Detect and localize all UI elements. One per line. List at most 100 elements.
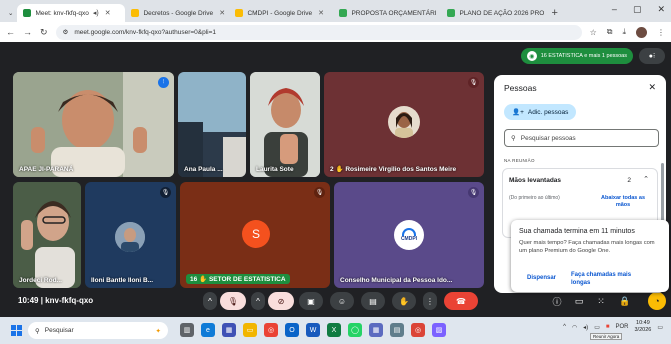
site-info-icon[interactable]: ⚙: [63, 28, 69, 36]
mic-toggle-button[interactable]: 🎙: [220, 292, 246, 310]
camera-toggle-button[interactable]: ⊘: [268, 292, 294, 310]
participant-tile[interactable]: 🎙 2 ✋ Rosimeire Virgilio dos Santos Meir…: [324, 72, 484, 177]
windows-start-icon[interactable]: [11, 325, 22, 336]
participant-tile[interactable]: 🎙 CMDPI Conselho Municipal da Pessoa Ido…: [334, 182, 484, 288]
new-tab-button[interactable]: +: [551, 4, 557, 22]
chevron-up-icon[interactable]: ^: [563, 324, 566, 330]
explorer-icon[interactable]: ▭: [243, 323, 257, 337]
chrome-profile-icon[interactable]: ◎: [411, 323, 425, 337]
maximize-icon[interactable]: ▢: [633, 4, 642, 15]
tab-search-menu[interactable]: ⌄: [4, 4, 17, 22]
menu-icon[interactable]: ⋮: [657, 28, 665, 37]
longer-calls-button[interactable]: Faça chamadas mais longas: [571, 271, 651, 287]
forward-icon[interactable]: →: [23, 27, 32, 37]
minimize-icon[interactable]: –: [612, 4, 617, 15]
tab-proposta[interactable]: PROPOSTA ORÇAMENTÁRI ✕: [333, 4, 441, 22]
participant-tile[interactable]: Jordeci Rod...: [13, 182, 81, 288]
store-icon[interactable]: ▦: [222, 323, 236, 337]
close-icon[interactable]: ✕: [105, 9, 111, 17]
photos-icon[interactable]: ▨: [432, 323, 446, 337]
people-icon: ●⁝: [648, 53, 656, 60]
apps-button[interactable]: ●⁝: [639, 48, 665, 64]
taskbar-search[interactable]: ⚲ Pesquisar ✦: [28, 322, 168, 339]
participant-tile[interactable]: Ana Paula ...: [178, 72, 246, 177]
extensions-icon[interactable]: ⧉: [607, 27, 613, 37]
calendar-icon[interactable]: ▦: [369, 323, 383, 337]
camera-options-button[interactable]: ^: [251, 292, 265, 310]
language-indicator[interactable]: POR: [615, 324, 628, 330]
timer-button[interactable]: ◔: [648, 292, 666, 310]
participant-video: [250, 72, 320, 177]
speaking-icon: ⦙: [158, 77, 169, 88]
initial-letter: S: [251, 227, 260, 241]
present-button[interactable]: ▣: [299, 292, 323, 310]
close-icon[interactable]: ✕: [219, 9, 225, 17]
mic-off-icon: 🎙: [468, 77, 479, 88]
whatsapp-icon[interactable]: ◯: [348, 323, 362, 337]
host-controls-button[interactable]: 🔒: [616, 292, 634, 310]
close-icon[interactable]: ✕: [318, 9, 324, 17]
drive-icon: [235, 9, 244, 17]
panel-scrollbar[interactable]: [661, 163, 664, 223]
search-icon: ⚲: [35, 327, 40, 335]
edge-icon[interactable]: e: [201, 323, 215, 337]
call-ending-notice: Sua chamada termina em 11 minutos Quer m…: [511, 220, 669, 292]
add-person-icon: 👤+: [512, 109, 524, 116]
sheets-icon: [339, 9, 348, 17]
more-options-button[interactable]: ⋮: [423, 292, 437, 310]
participant-tile[interactable]: Laurita Sote: [250, 72, 320, 177]
record-icon: ◉: [526, 51, 537, 61]
lower-all-hands-button[interactable]: Abaixar todas as mãos: [597, 195, 649, 209]
profile-avatar[interactable]: [636, 26, 647, 38]
chevron-up-icon: ^: [256, 296, 260, 306]
close-window-icon[interactable]: ✕: [657, 4, 665, 15]
mic-options-button[interactable]: ^: [203, 292, 217, 310]
tab-meet[interactable]: Meet: knv-fkfq-qxo ◂) ✕: [17, 4, 126, 22]
address-bar[interactable]: ⚙ meet.google.com/knv-fkfq-qxo?authuser=…: [55, 24, 582, 40]
back-icon[interactable]: ←: [6, 27, 15, 37]
tab-plano[interactable]: PLANO DE AÇÃO 2026 PRO ✕: [441, 4, 547, 22]
tab-decretos[interactable]: Decretos - Google Drive ✕: [125, 4, 229, 22]
tab-label: CMDPI - Google Drive: [247, 9, 313, 17]
word-icon[interactable]: W: [306, 323, 320, 337]
reload-icon[interactable]: ↻: [40, 27, 48, 38]
clock[interactable]: 10:49 3/2026: [635, 320, 652, 334]
presenter-label: 16 ESTATISTICA e mais 1 pessoas: [540, 53, 627, 59]
participant-tile[interactable]: 🎙 S 16 ✋ SETOR DE ESTATISTICA: [180, 182, 330, 288]
star-icon[interactable]: ☆: [590, 28, 597, 37]
meet-now-icon[interactable]: ■: [606, 324, 610, 330]
chrome-icon[interactable]: ◎: [264, 323, 278, 337]
presenter-badge[interactable]: ◉ 16 ESTATISTICA e mais 1 pessoas: [520, 48, 633, 64]
participant-name: Conselho Municipal da Pessoa Ido...: [340, 277, 453, 284]
chevron-down-icon: ⌄: [8, 10, 14, 17]
leave-call-button[interactable]: ☎: [444, 292, 478, 310]
activities-button[interactable]: ⁙: [592, 292, 610, 310]
add-people-button[interactable]: 👤+ Adic. pessoas: [504, 104, 577, 120]
participant-tile[interactable]: ⦙ APAE JI-PARANÁ: [13, 72, 174, 177]
clock-time: 10:49: [636, 320, 650, 326]
top-badges: ◉ 16 ESTATISTICA e mais 1 pessoas ●⁝: [520, 48, 665, 64]
wifi-icon[interactable]: ◠: [572, 324, 577, 331]
outlook-icon[interactable]: O: [285, 323, 299, 337]
close-icon[interactable]: ✕: [648, 82, 656, 93]
battery-icon[interactable]: ▭: [594, 324, 600, 331]
tab-cmdpi[interactable]: CMDPI - Google Drive ✕: [229, 4, 333, 22]
volume-icon[interactable]: ◂): [583, 324, 588, 331]
notifications-icon[interactable]: ▭: [657, 324, 663, 331]
task-view-icon[interactable]: ▥: [180, 323, 194, 337]
chevron-up-icon[interactable]: ⌃: [643, 175, 649, 183]
browser-tab-strip: ⌄ Meet: knv-fkfq-qxo ◂) ✕ Decretos - Goo…: [0, 0, 671, 22]
participant-tile[interactable]: 🎙 Iloni Bantle Iloni B...: [85, 182, 176, 288]
search-people-input[interactable]: ⚲ Pesquisar pessoas: [504, 129, 659, 147]
excel-icon[interactable]: X: [327, 323, 341, 337]
speaker-icon[interactable]: ◂): [93, 9, 99, 17]
dismiss-button[interactable]: Dispensar: [527, 275, 556, 281]
hand-raised-count: 16: [190, 276, 198, 283]
raise-hand-button[interactable]: ✋: [392, 292, 416, 310]
files-icon[interactable]: ▤: [390, 323, 404, 337]
downloads-icon[interactable]: ⤓: [622, 27, 626, 37]
meeting-details-button[interactable]: ⓘ: [548, 292, 566, 310]
captions-button[interactable]: ▤: [361, 292, 385, 310]
chat-button[interactable]: ▭: [570, 292, 588, 310]
reactions-button[interactable]: ☺: [330, 292, 354, 310]
